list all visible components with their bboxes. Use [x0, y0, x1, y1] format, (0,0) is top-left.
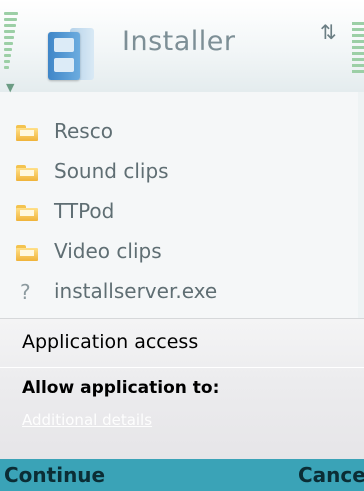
cancel-softkey[interactable]: Cance [298, 463, 364, 487]
dialog-heading: Application access [22, 331, 199, 353]
list-item-label: Video clips [54, 239, 162, 263]
title-bar: ▼ Installer ⇅ [0, 0, 364, 94]
list-item[interactable]: ? installserver.exe [0, 272, 364, 312]
dialog-divider [0, 367, 364, 368]
list-item[interactable]: Resco [0, 112, 364, 152]
list-item-label: installserver.exe [54, 279, 218, 303]
list-item[interactable]: Video clips [0, 232, 364, 272]
network-connection-icon: ⇅ [320, 20, 337, 44]
list-item[interactable]: Sound clips [0, 152, 364, 192]
battery-level-icon [352, 22, 364, 76]
list-item-label: Resco [54, 119, 113, 143]
list-item[interactable]: TTPod [0, 192, 364, 232]
list-item-label: Sound clips [54, 159, 169, 183]
list-item-label: TTPod [54, 199, 115, 223]
unknown-file-icon: ? [20, 280, 31, 304]
file-list: Resco Sound clips TTPod Video clips ? in… [0, 112, 364, 312]
file-cabinet-icon [48, 22, 96, 82]
folder-icon [16, 245, 38, 261]
folder-icon [16, 165, 38, 181]
folder-icon [16, 205, 38, 221]
dialog-prompt: Allow application to: [22, 378, 220, 398]
antenna-signal-icon: ▼ [4, 12, 22, 94]
application-access-dialog: Application access Allow application to:… [0, 318, 364, 460]
softkey-bar: Continue Cance [0, 459, 364, 491]
app-title: Installer [122, 26, 236, 57]
continue-softkey[interactable]: Continue [4, 463, 105, 487]
folder-icon [16, 125, 38, 141]
status-indicators: ⇅ [320, 20, 364, 92]
additional-details-link[interactable]: Additional details [22, 411, 152, 429]
